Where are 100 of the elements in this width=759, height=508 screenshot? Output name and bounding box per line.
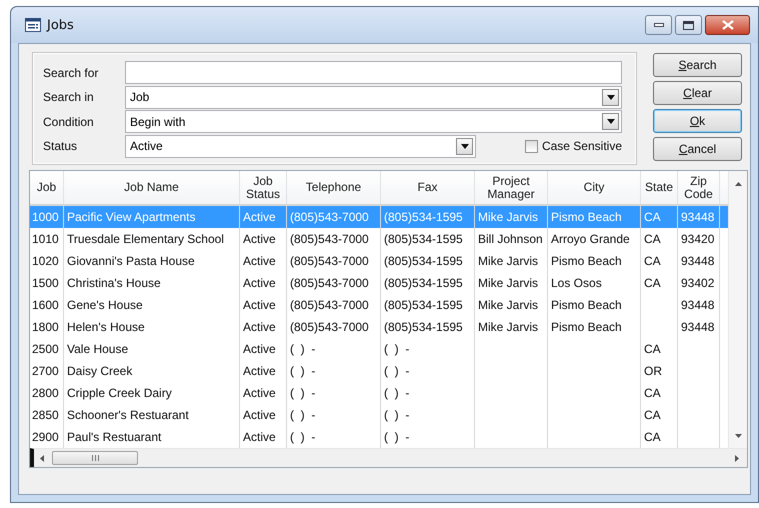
table-cell: (805)534-1595: [384, 276, 463, 290]
table-cell: 2850: [32, 408, 59, 422]
table-cell: 1000: [32, 210, 59, 224]
table-cell: 2800: [32, 386, 59, 400]
table-row[interactable]: 1600 Gene's House Active (805)543-7000 (805)534-1595 Mike Jarvis Pismo Beach 93448: [30, 294, 728, 316]
dialog-button[interactable]: Search: [653, 53, 742, 77]
table-cell: CA: [644, 210, 661, 224]
table-row[interactable]: 2850 Schooner's Restuarant Active ( ) - ( ) - CA: [30, 404, 728, 426]
table-cell: (805)534-1595: [384, 254, 463, 268]
table-cell: ( ) -: [290, 364, 316, 378]
case-sensitive-checkbox[interactable]: Case Sensitive: [524, 139, 622, 154]
minimize-button[interactable]: [645, 15, 672, 35]
table-row[interactable]: 2800 Cripple Creek Dairy Active ( ) - ( ) - CA: [30, 382, 728, 404]
column-header[interactable]: Job Name: [64, 171, 240, 204]
table-cell: Giovanni's Pasta House: [67, 254, 195, 268]
table-cell: 93448: [681, 320, 714, 334]
table-cell: ( ) -: [384, 408, 410, 422]
table-cell: Schooner's Restuarant: [67, 408, 189, 422]
table-cell: (805)543-7000: [290, 320, 369, 334]
table-cell: 2900: [32, 430, 59, 444]
table-cell: 93420: [681, 232, 714, 246]
field-label: Search in: [43, 90, 95, 104]
table-cell: (805)543-7000: [290, 276, 369, 290]
window-title: Jobs: [47, 18, 74, 32]
table-cell: CA: [644, 232, 661, 246]
table-cell: Mike Jarvis: [478, 210, 538, 224]
table-cell: ( ) -: [290, 430, 316, 444]
dropdown-arrow-icon: [606, 94, 614, 100]
table-row[interactable]: 2500 Vale House Active ( ) - ( ) - CA: [30, 338, 728, 360]
table-cell: Mike Jarvis: [478, 320, 538, 334]
table-cell: Cripple Creek Dairy: [67, 386, 172, 400]
dropdown[interactable]: Active: [125, 134, 476, 158]
dropdown[interactable]: Begin with: [125, 110, 622, 134]
maximize-icon: [683, 20, 694, 30]
table-cell: (805)543-7000: [290, 232, 369, 246]
column-header[interactable]: Fax: [381, 171, 475, 204]
table-cell: ( ) -: [384, 342, 410, 356]
close-icon: [722, 20, 734, 30]
table-cell: Active: [243, 276, 276, 290]
form-icon: [25, 18, 41, 32]
column-header[interactable]: City: [548, 171, 641, 204]
table-cell: 1800: [32, 320, 59, 334]
table-cell: (805)534-1595: [384, 320, 463, 334]
table-cell: Los Osos: [551, 276, 602, 290]
table-cell: Active: [243, 386, 276, 400]
table-cell: 1020: [32, 254, 59, 268]
scroll-left-icon: [40, 454, 44, 462]
table-row[interactable]: 2700 Daisy Creek Active ( ) - ( ) - OR: [30, 360, 728, 382]
table-cell: CA: [644, 408, 661, 422]
column-header[interactable]: Project Manager: [475, 171, 548, 204]
dialog-button[interactable]: Clear: [653, 81, 742, 105]
table-cell: 2500: [32, 342, 59, 356]
table-cell: Mike Jarvis: [478, 276, 538, 290]
table-cell: ( ) -: [290, 408, 316, 422]
column-header[interactable]: Telephone: [287, 171, 381, 204]
table-cell: 93448: [681, 298, 714, 312]
close-button[interactable]: [705, 15, 750, 35]
horizontal-scrollbar[interactable]: [30, 448, 747, 467]
table-cell: Mike Jarvis: [478, 254, 538, 268]
table-cell: 2700: [32, 364, 59, 378]
dialog-button[interactable]: Ok: [653, 109, 742, 133]
table-cell: Christina's House: [67, 276, 161, 290]
table-cell: Vale House: [67, 342, 128, 356]
table-cell: Arroyo Grande: [551, 232, 630, 246]
table-cell: Pismo Beach: [551, 254, 622, 268]
scroll-thumb[interactable]: [52, 451, 138, 465]
table-cell: Pismo Beach: [551, 298, 622, 312]
minimize-icon: [654, 23, 664, 27]
maximize-button[interactable]: [675, 15, 702, 35]
table-cell: (805)543-7000: [290, 298, 369, 312]
column-header[interactable]: Zip Code: [678, 171, 720, 204]
table-cell: CA: [644, 254, 661, 268]
column-header[interactable]: Job: [30, 171, 64, 204]
vertical-scrollbar[interactable]: [728, 171, 747, 448]
table-cell: 93402: [681, 276, 714, 290]
table-cell: 1010: [32, 232, 59, 246]
table-row[interactable]: 1800 Helen's House Active (805)543-7000 (805)534-1595 Mike Jarvis Pismo Beach 93448: [30, 316, 728, 338]
table-cell: (805)534-1595: [384, 298, 463, 312]
table-cell: Pacific View Apartments: [67, 210, 196, 224]
column-header[interactable]: State: [641, 171, 678, 204]
table-cell: Helen's House: [67, 320, 145, 334]
table-cell: (805)534-1595: [384, 232, 463, 246]
table-cell: 1500: [32, 276, 59, 290]
dialog-button[interactable]: Cancel: [653, 137, 742, 161]
table-row[interactable]: 1020 Giovanni's Pasta House Active (805)543-7000 (805)534-1595 Mike Jarvis Pismo Beach CA 93448: [30, 250, 728, 272]
field-label: Search for: [43, 66, 100, 80]
scroll-down-icon: [734, 434, 742, 438]
table-cell: 93448: [681, 254, 714, 268]
dropdown[interactable]: Job: [125, 86, 622, 109]
table-cell: ( ) -: [290, 386, 316, 400]
table-cell: ( ) -: [384, 386, 410, 400]
input-field[interactable]: [125, 61, 622, 84]
table-cell: CA: [644, 430, 661, 444]
table-row[interactable]: 1010 Truesdale Elementary School Active (805)543-7000 (805)534-1595 Bill Johnson Arroyo Grande CA 93420: [30, 228, 728, 250]
table-cell: Active: [243, 364, 276, 378]
table-cell: Active: [243, 232, 276, 246]
column-header[interactable]: Job Status: [240, 171, 287, 204]
scroll-right-icon: [735, 454, 739, 462]
table-row[interactable]: 1500 Christina's House Active (805)543-7000 (805)534-1595 Mike Jarvis Los Osos CA 93402: [30, 272, 728, 294]
table-cell: Active: [243, 298, 276, 312]
